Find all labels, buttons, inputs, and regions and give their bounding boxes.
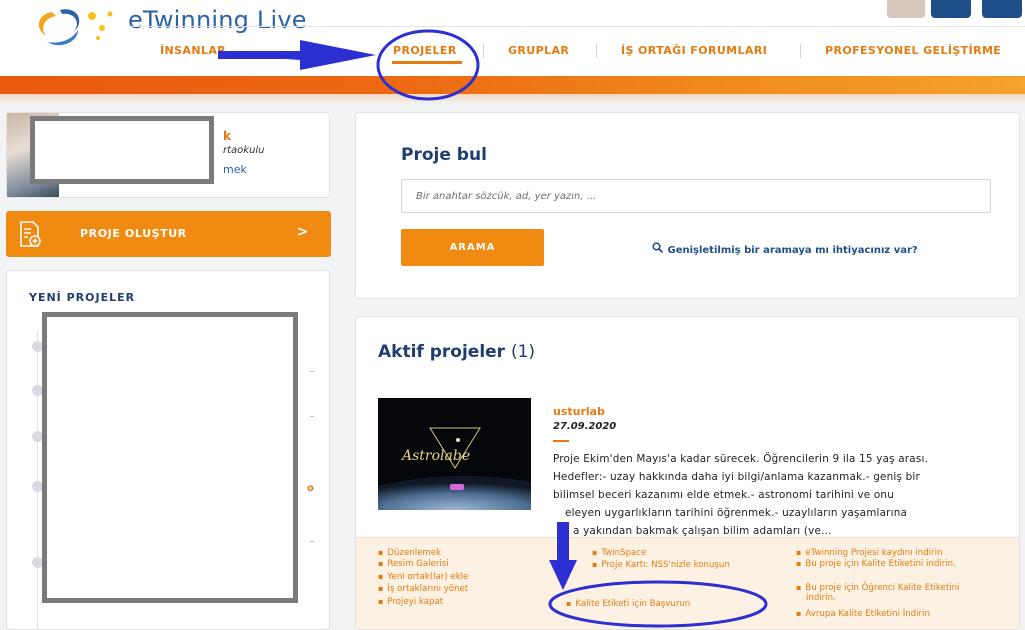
- action-apply-quality-label[interactable]: Kalite Etiketi için Başvurun: [566, 599, 690, 609]
- nav-separator: [596, 44, 597, 58]
- thumbnail-text: Astrolabe: [400, 448, 470, 464]
- description-line: eleyen uygarlıkların tarihini öğrenmek.-…: [565, 507, 908, 519]
- nav-groups[interactable]: GRUPLAR: [508, 44, 569, 57]
- action-add-partners[interactable]: Yeni ortak(lar) ekle: [378, 572, 468, 582]
- menu-button[interactable]: [982, 0, 1022, 18]
- profile-name[interactable]: k: [223, 129, 231, 143]
- search-input[interactable]: [401, 179, 991, 213]
- nav-separator: [800, 44, 801, 58]
- timeline-tick: [310, 541, 314, 542]
- timeline-tick: [310, 416, 314, 417]
- logo-text: eTwinning Live: [128, 6, 307, 34]
- search-icon: [652, 242, 664, 253]
- user-avatar[interactable]: [887, 0, 925, 18]
- description-line: Hedefler:- uzay hakkında daha iyi bilgi/…: [553, 471, 920, 483]
- header-divider: [130, 26, 1025, 27]
- action-download-european-label[interactable]: Avrupa Kalite Etiketini İndirin: [796, 609, 929, 619]
- find-project-title: Proje bul: [401, 145, 487, 165]
- new-projects-title: YENİ PROJELER: [29, 291, 136, 304]
- action-download-record[interactable]: eTwinning Projesi kaydını indirin: [796, 548, 942, 558]
- create-project-label: PROJE OLUŞTUR: [80, 227, 187, 240]
- action-image-gallery[interactable]: Resim Galerisi: [378, 559, 448, 569]
- action-close-project[interactable]: Projeyi kapat: [378, 597, 443, 607]
- active-projects-heading: Aktif projeler: [378, 342, 506, 362]
- banner-fade: [0, 94, 1025, 104]
- search-button[interactable]: ARAMA: [401, 229, 544, 266]
- nav-active-indicator: [392, 61, 462, 64]
- action-project-card[interactable]: Proje Kartı: NSS'nizle konuşun: [592, 560, 729, 570]
- nav-partner-forums[interactable]: İŞ ORTAĞI FORUMLARI: [621, 44, 767, 57]
- project-actions-bar: Düzenlemek Resim Galerisi Yeni ortak(lar…: [356, 537, 1019, 629]
- advanced-search-label: Genişletilmiş bir aramaya mı ihtiyacınız…: [667, 245, 918, 256]
- top-header: eTwinning Live İNSANLAR PROJELER GRUPLAR…: [0, 0, 1025, 76]
- timeline-tick: [310, 371, 314, 372]
- create-project-button[interactable]: PROJE OLUŞTUR >: [6, 211, 331, 257]
- description-line: bilimsel beceri kazanımı elde etmek.- as…: [553, 489, 894, 501]
- chevron-right-icon: >: [296, 224, 309, 240]
- nav-people[interactable]: İNSANLAR: [160, 44, 226, 57]
- advanced-search-link[interactable]: Genişletilmiş bir aramaya mı ihtiyacınız…: [652, 242, 918, 256]
- action-edit[interactable]: Düzenlemek: [378, 548, 441, 558]
- astrolabe-image: Astrolabe: [378, 398, 531, 510]
- project-name[interactable]: usturlab: [553, 405, 605, 418]
- action-download-student-label[interactable]: Bu proje için Öğrenci Kalite Etiketini i…: [796, 583, 971, 603]
- project-divider: [553, 440, 569, 442]
- redaction-box: [30, 116, 214, 184]
- nav-separator: [483, 44, 484, 58]
- logo-icon: [38, 9, 113, 46]
- find-project-card: Proje bul ARAMA Genişletilmiş bir aramay…: [355, 112, 1020, 299]
- main-nav: İNSANLAR PROJELER GRUPLAR İŞ ORTAĞI FORU…: [0, 44, 1025, 64]
- nav-professional-development[interactable]: PROFESYONEL GELİŞTİRME: [825, 44, 1001, 57]
- active-projects-title: Aktif projeler (1): [378, 342, 535, 362]
- redaction-box: [42, 312, 298, 603]
- new-project-link-fragment[interactable]: o: [307, 483, 314, 494]
- nav-projects[interactable]: PROJELER: [393, 44, 457, 57]
- action-manage-partners[interactable]: İş ortaklarını yönet: [378, 584, 468, 594]
- project-description: Proje Ekim'den Mayıs'a kadar sürecek. Öğ…: [553, 450, 1008, 540]
- project-thumbnail[interactable]: Astrolabe: [378, 398, 531, 510]
- action-download-quality-label[interactable]: Bu proje için Kalite Etiketini indirin.: [796, 559, 971, 569]
- add-document-icon: [20, 221, 41, 247]
- notifications-button[interactable]: [931, 0, 971, 18]
- project-date: 27.09.2020: [553, 421, 617, 432]
- action-twinspace[interactable]: TwinSpace: [592, 548, 646, 558]
- active-projects-count: (1): [510, 342, 536, 362]
- active-projects-card: Aktif projeler (1) Astrolabe usturlab 27…: [355, 316, 1020, 630]
- profile-link[interactable]: mek: [223, 163, 247, 176]
- description-line: Proje Ekim'den Mayıs'a kadar sürecek. Öğ…: [553, 453, 929, 465]
- header-banner: [0, 76, 1025, 94]
- profile-school: rtaokulu: [223, 145, 265, 156]
